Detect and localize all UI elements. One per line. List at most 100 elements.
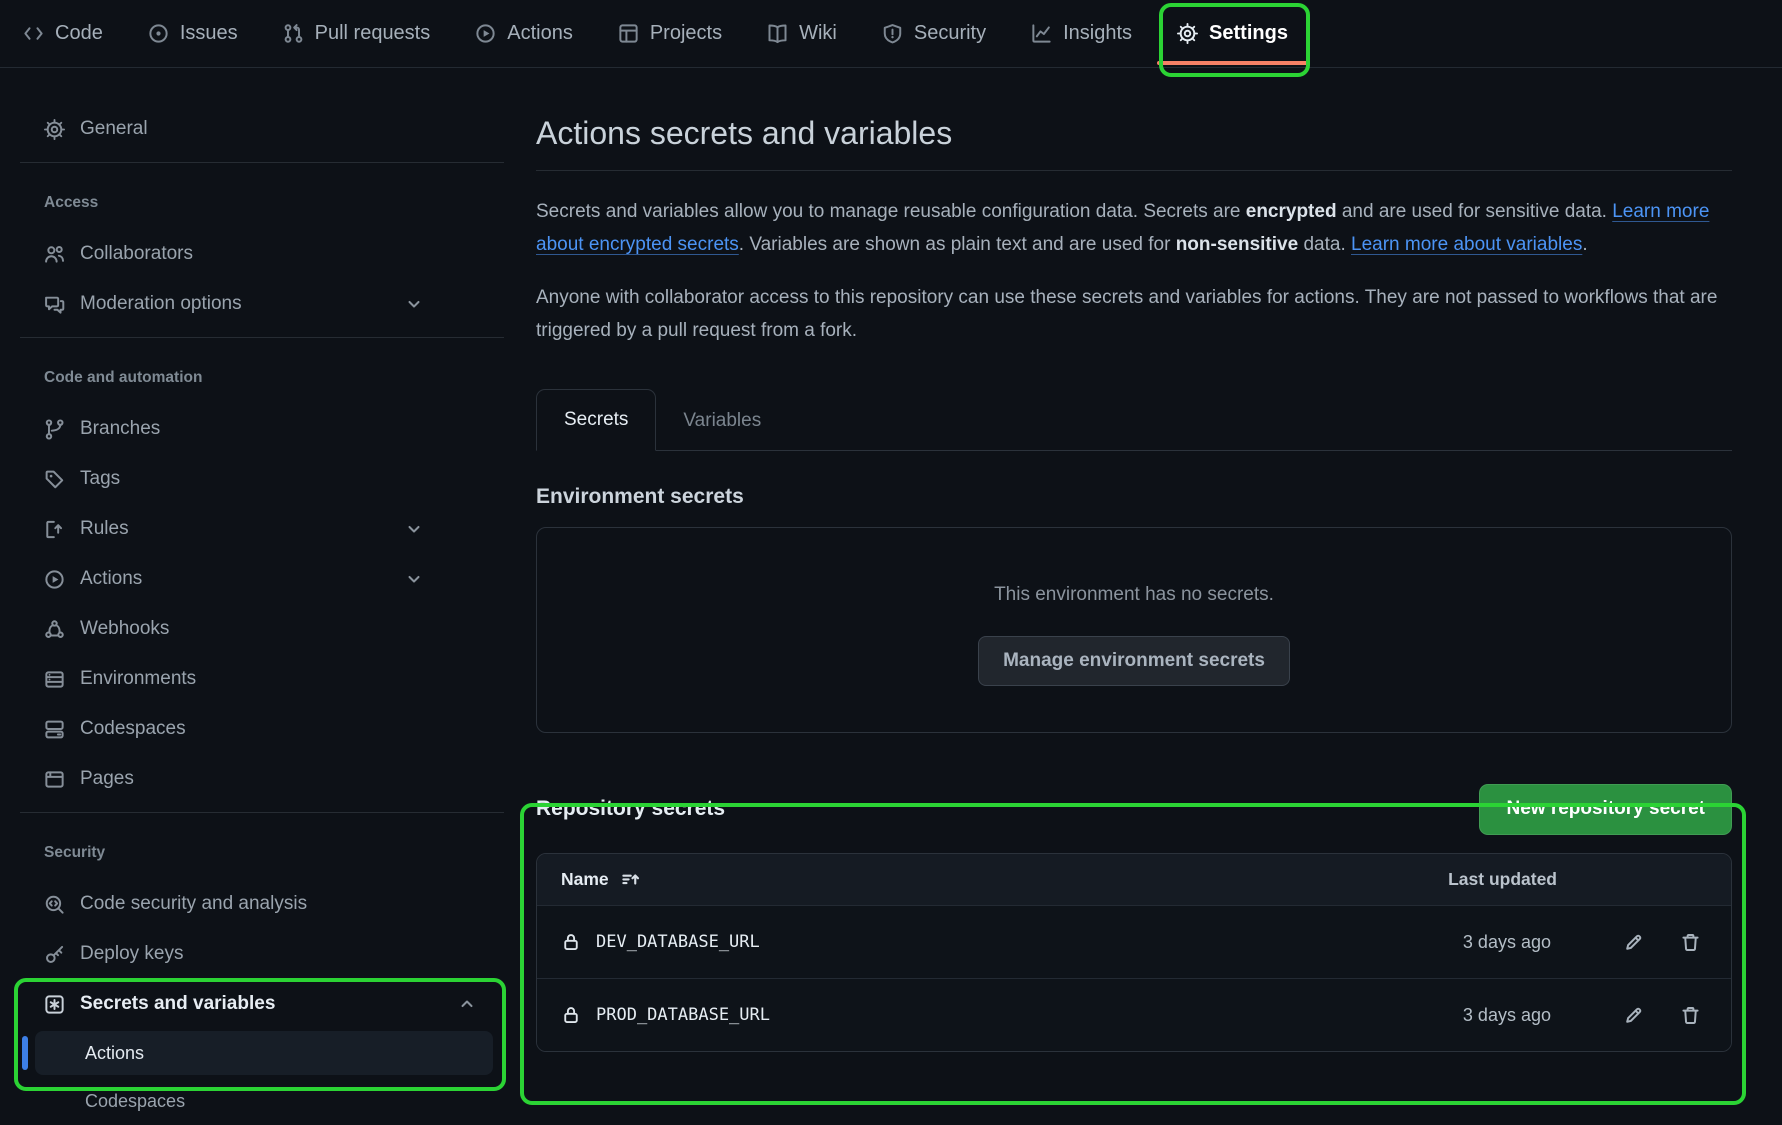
shield-icon (882, 23, 903, 44)
repository-secrets-header-row: Repository secrets New repository secret (536, 783, 1732, 835)
gear-icon (1177, 23, 1198, 44)
nav-tab-wiki[interactable]: Wiki (767, 0, 837, 67)
sidebar-divider (20, 337, 504, 338)
intro-text: Secrets and variables allow you to manag… (536, 195, 1721, 261)
sidebar-item-label: Moderation options (80, 293, 242, 315)
sidebar-item-actions[interactable]: Actions (0, 554, 522, 604)
browser-icon (44, 769, 65, 790)
last-updated-column-header: Last updated (1427, 869, 1557, 890)
sidebar-subitem-label: Codespaces (85, 1091, 185, 1112)
key-icon (44, 944, 65, 965)
sidebar-item-webhooks[interactable]: Webhooks (0, 604, 522, 654)
sidebar-item-label: Deploy keys (80, 943, 184, 965)
sidebar-divider (20, 162, 504, 163)
nav-tab-label: Actions (507, 22, 573, 45)
rules-icon (44, 519, 65, 540)
sidebar-item-label: Actions (80, 568, 142, 590)
sidebar-item-label: Code security and analysis (80, 893, 307, 915)
secret-name: PROD_DATABASE_URL (596, 1005, 770, 1025)
sidebar-item-branches[interactable]: Branches (0, 404, 522, 454)
book-icon (767, 23, 788, 44)
nav-tab-security[interactable]: Security (882, 0, 986, 67)
chevron-down-icon (405, 295, 423, 313)
edit-pencil-icon[interactable] (1623, 1005, 1644, 1026)
secrets-variables-tabs: Secrets Variables (536, 389, 1732, 451)
new-repository-secret-button[interactable]: New repository secret (1479, 784, 1732, 835)
emphasized-text: encrypted (1246, 201, 1337, 222)
sidebar-section-header-code-automation: Code and automation (44, 366, 522, 390)
active-subitem-indicator (22, 1036, 28, 1070)
nav-tab-label: Issues (180, 22, 238, 45)
chevron-down-icon (405, 570, 423, 588)
sidebar-divider (20, 812, 504, 813)
sidebar-item-codespaces[interactable]: Codespaces (0, 704, 522, 754)
delete-trash-icon[interactable] (1680, 932, 1701, 953)
sidebar-item-pages[interactable]: Pages (0, 754, 522, 804)
secret-updated: 3 days ago (1421, 1005, 1551, 1026)
sidebar-item-label: Environments (80, 668, 196, 690)
gear-icon (44, 119, 65, 140)
sidebar-section-header-access: Access (44, 191, 522, 215)
nav-tab-settings[interactable]: Settings (1177, 0, 1288, 67)
learn-more-link[interactable]: Learn more about variables (1351, 234, 1582, 255)
sidebar-item-code-security[interactable]: Code security and analysis (0, 879, 522, 929)
code-icon (23, 23, 44, 44)
sidebar-item-general[interactable]: General (0, 104, 522, 154)
codescan-icon (44, 894, 65, 915)
key-asterisk-icon (44, 994, 65, 1015)
server-icon (44, 669, 65, 690)
active-tab-underline (1157, 61, 1309, 65)
graph-icon (1031, 23, 1052, 44)
nav-tab-pull-requests[interactable]: Pull requests (283, 0, 431, 67)
tag-icon (44, 469, 65, 490)
sidebar-item-label: Collaborators (80, 243, 193, 265)
sort-ascending-icon[interactable] (621, 870, 640, 889)
tab-secrets[interactable]: Secrets (536, 389, 656, 451)
play-icon (44, 569, 65, 590)
sidebar-item-collaborators[interactable]: Collaborators (0, 229, 522, 279)
pull-request-icon (283, 23, 304, 44)
nav-tab-label: Settings (1209, 22, 1288, 45)
repo-nav: Code Issues Pull requests Actions Projec… (0, 0, 1782, 68)
lock-icon (561, 1005, 581, 1025)
sidebar-item-rules[interactable]: Rules (0, 504, 522, 554)
table-header-row: Name Last updated (537, 854, 1731, 905)
nav-tab-projects[interactable]: Projects (618, 0, 722, 67)
sidebar-item-deploy-keys[interactable]: Deploy keys (0, 929, 522, 979)
lock-icon (561, 932, 581, 952)
sidebar-item-label: Rules (80, 518, 129, 540)
sidebar-subitem-secrets-actions[interactable]: Actions (0, 1029, 522, 1077)
sidebar-item-label: Secrets and variables (80, 993, 275, 1015)
git-branch-icon (44, 419, 65, 440)
nav-tab-issues[interactable]: Issues (148, 0, 238, 67)
sidebar-item-tags[interactable]: Tags (0, 454, 522, 504)
people-icon (44, 244, 65, 265)
sidebar-item-moderation-options[interactable]: Moderation options (0, 279, 522, 329)
main-content: Actions secrets and variables Secrets an… (536, 67, 1732, 1052)
sidebar-subitem-secrets-codespaces[interactable]: Codespaces (0, 1077, 522, 1125)
sidebar-item-label: Tags (80, 468, 120, 490)
nav-tab-label: Wiki (799, 22, 837, 45)
sidebar-item-label: Webhooks (80, 618, 169, 640)
sidebar-subitem-label: Actions (85, 1043, 144, 1064)
edit-pencil-icon[interactable] (1623, 932, 1644, 953)
environment-empty-text: This environment has no secrets. (994, 582, 1274, 608)
environment-secrets-box: This environment has no secrets. Manage … (536, 527, 1732, 733)
nav-tab-label: Insights (1063, 22, 1132, 45)
webhook-icon (44, 619, 65, 640)
title-divider (536, 170, 1732, 171)
projects-icon (618, 23, 639, 44)
tab-variables[interactable]: Variables (656, 391, 788, 451)
delete-trash-icon[interactable] (1680, 1005, 1701, 1026)
nav-tab-code[interactable]: Code (23, 0, 103, 67)
name-column-header[interactable]: Name (561, 869, 609, 890)
manage-environment-secrets-button[interactable]: Manage environment secrets (978, 636, 1290, 686)
nav-tab-insights[interactable]: Insights (1031, 0, 1132, 67)
sidebar-item-label: Branches (80, 418, 160, 440)
sidebar-item-secrets-and-variables[interactable]: Secrets and variables (0, 979, 522, 1029)
sidebar-item-environments[interactable]: Environments (0, 654, 522, 704)
nav-tab-actions[interactable]: Actions (475, 0, 573, 67)
nav-tab-label: Projects (650, 22, 722, 45)
nav-tab-label: Pull requests (315, 22, 431, 45)
emphasized-text: non-sensitive (1176, 234, 1298, 255)
